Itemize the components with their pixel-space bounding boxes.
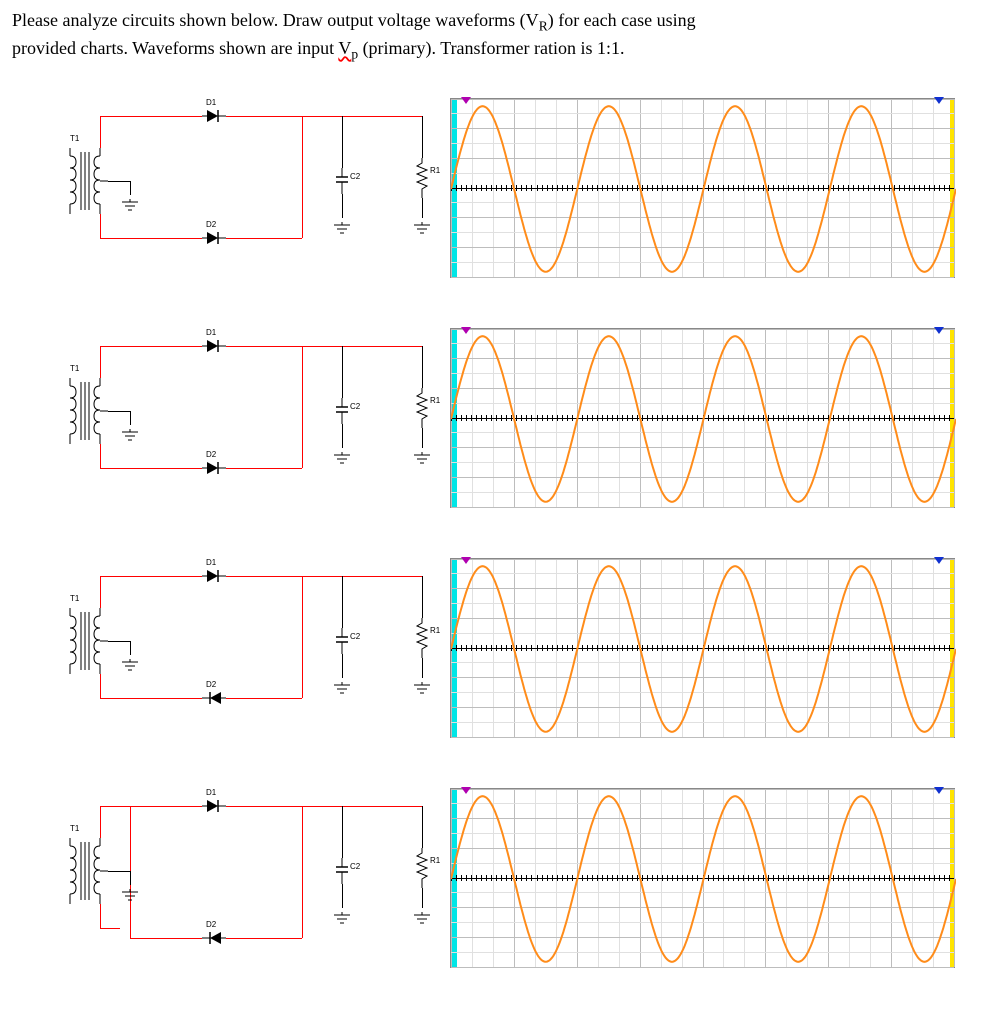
ground-icon [121,195,139,216]
ground-icon [333,218,351,239]
ground-icon [121,655,139,676]
label-c2: C2 [350,862,360,871]
label-c2: C2 [350,172,360,181]
text-part: provided charts. Waveforms shown are inp… [12,38,338,58]
diode-d1-icon [202,569,226,583]
transformer-icon [62,608,108,679]
circuit-row: T1 D1 D2 C2 R1 [12,318,979,518]
label-d1: D1 [206,98,216,107]
waveform-line [451,789,956,969]
circuit-row: T1 D1 D2 C2 R1 [12,88,979,288]
label-c2: C2 [350,402,360,411]
text-part: Please analyze circuits shown below. Dra… [12,10,539,30]
label-d2: D2 [206,920,216,929]
ground-icon [413,218,431,239]
label-r1: R1 [430,626,440,635]
circuit-diagram: T1 D1 D2 C2 R1 [12,318,442,518]
waveform-line [451,329,956,509]
transformer-icon [62,378,108,449]
diode-d1-icon [202,109,226,123]
resistor-icon [416,388,428,433]
label-d2: D2 [206,680,216,689]
diode-d2-icon [202,931,226,945]
spellcheck-squiggle: Vp [338,38,358,58]
ground-icon [413,908,431,929]
diode-d1-icon [202,339,226,353]
text-part: ) for each case using [548,10,696,30]
resistor-icon [416,158,428,203]
ground-icon [333,448,351,469]
problem-statement: Please analyze circuits shown below. Dra… [12,8,979,64]
circuit-diagram: T1 D1 D2 C2 R1 [12,88,442,288]
circuit-diagram: T1 D1 D2 C2 R1 [12,548,442,748]
ground-icon [121,425,139,446]
label-t1: T1 [70,134,79,143]
diode-d2-icon [202,691,226,705]
ground-icon [413,678,431,699]
label-t1: T1 [70,364,79,373]
ground-icon [333,678,351,699]
label-t1: T1 [70,594,79,603]
label-t1: T1 [70,824,79,833]
label-d2: D2 [206,450,216,459]
label-c2: C2 [350,632,360,641]
label-r1: R1 [430,856,440,865]
text-part: (primary). Transformer ration is 1:1. [358,38,624,58]
label-d1: D1 [206,788,216,797]
resistor-icon [416,618,428,663]
diode-d2-icon [202,231,226,245]
transformer-icon [62,148,108,219]
diode-d2-icon [202,461,226,475]
oscilloscope-chart [450,788,955,968]
waveform-line [451,99,956,279]
circuit-row: T1 D1 D2 C2 R1 [12,778,979,978]
circuit-row: T1 D1 D2 C2 R1 [12,548,979,748]
label-d1: D1 [206,328,216,337]
rows-container: T1 D1 D2 C2 R1 [12,88,979,978]
ground-icon [121,885,139,906]
vr-subscript: R [539,19,548,34]
ground-icon [333,908,351,929]
resistor-icon [416,848,428,893]
waveform-line [451,559,956,739]
label-d2: D2 [206,220,216,229]
label-r1: R1 [430,396,440,405]
oscilloscope-chart [450,328,955,508]
oscilloscope-chart [450,558,955,738]
transformer-icon [62,838,108,909]
oscilloscope-chart [450,98,955,278]
diode-d1-icon [202,799,226,813]
label-d1: D1 [206,558,216,567]
ground-icon [413,448,431,469]
label-r1: R1 [430,166,440,175]
circuit-diagram: T1 D1 D2 C2 R1 [12,778,442,978]
